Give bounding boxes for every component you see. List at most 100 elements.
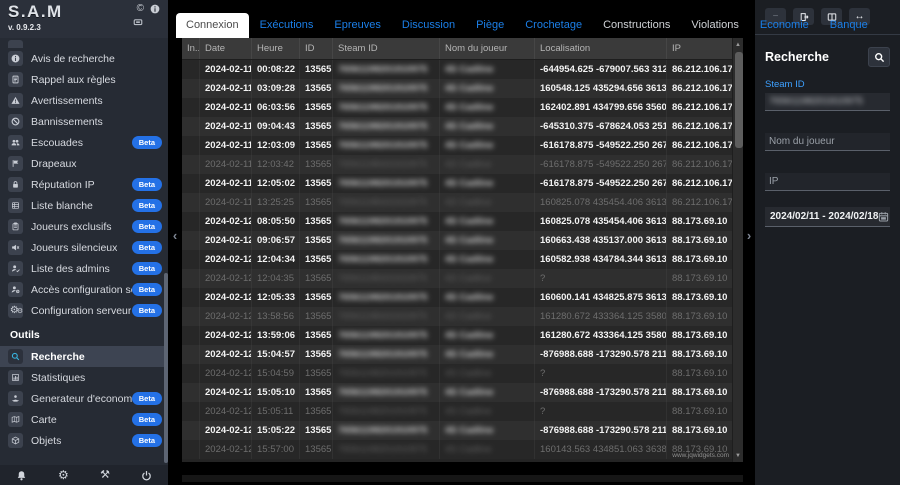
sidebar-item-escouades[interactable]: Escouades Beta — [0, 132, 168, 153]
table-row[interactable]: 2024-02-12 15:05:11 13565 76561198201910975… — [182, 402, 743, 421]
cell-date: 2024-02-12 — [200, 212, 252, 231]
tools-icon[interactable]: ⚒ — [100, 469, 110, 481]
tab-connexion[interactable]: Connexion — [176, 13, 249, 38]
beta-badge: Beta — [131, 220, 162, 233]
sidebar-item-reputation-ip[interactable]: Réputation IP Beta — [0, 174, 168, 195]
cell-date: 2024-02-12 — [200, 250, 252, 269]
player-name-field[interactable]: Nom du joueur — [765, 133, 890, 151]
cell-steam-id: 76561198201910975 — [333, 60, 440, 79]
column-header-steam-id[interactable]: Steam ID — [333, 38, 440, 59]
cell-localisation: ? — [535, 269, 667, 288]
sidebar-item-drapeaux[interactable]: Drapeaux — [0, 153, 168, 174]
sidebar-item-generateur-d-economie[interactable]: Generateur d'economie Beta — [0, 388, 168, 409]
search-submit-button[interactable] — [868, 47, 890, 67]
tab-economie[interactable]: Economie — [750, 13, 819, 38]
cell-info — [182, 117, 200, 136]
info-icon[interactable] — [150, 4, 160, 14]
stats-icon — [8, 370, 23, 385]
expand-right-icon[interactable]: › — [743, 228, 755, 243]
ip-field[interactable]: IP — [765, 173, 890, 191]
cell-info — [182, 326, 200, 345]
beta-badge: Beta — [131, 262, 162, 275]
table-row[interactable]: 2024-02-12 12:04:34 13565 76561198201910975… — [182, 250, 743, 269]
tab-violations[interactable]: Violations — [681, 13, 749, 38]
table-row[interactable]: 2024-02-12 12:05:33 13565 76561198201910975… — [182, 288, 743, 307]
beta-badge: Beta — [131, 434, 162, 447]
sidebar-item-configuration-serveur[interactable]: ⚙⚙ Configuration serveur Beta — [0, 300, 168, 321]
sidebar-item-bannissements[interactable]: Bannissements — [0, 111, 168, 132]
table-row[interactable]: 2024-02-12 15:05:10 13565 76561198201910975… — [182, 383, 743, 402]
table-row[interactable]: 2024-02-12 15:04:57 13565 76561198201910975… — [182, 345, 743, 364]
tab-banque[interactable]: Banque — [820, 13, 878, 38]
sidebar-item-recherche[interactable]: Recherche — [0, 346, 168, 367]
column-header-id[interactable]: ID — [300, 38, 333, 59]
sidebar-item-avertissements[interactable]: Avertissements — [0, 90, 168, 111]
sidebar-item-carte[interactable]: Carte Beta — [0, 409, 168, 430]
sidebar-item-statistiques[interactable]: Statistiques — [0, 367, 168, 388]
table-row[interactable]: 2024-02-11 12:03:42 13565 76561198201910975… — [182, 155, 743, 174]
cell-date: 2024-02-12 — [200, 383, 252, 402]
sidebar-item-partial[interactable] — [0, 40, 168, 48]
column-header-heure[interactable]: Heure — [252, 38, 300, 59]
sidebar-item-joueurs-exclusifs[interactable]: Joueurs exclusifs Beta — [0, 216, 168, 237]
tab-executions[interactable]: Exécutions — [250, 13, 324, 38]
table-row[interactable]: 2024-02-11 12:03:09 13565 76561198201910975… — [182, 136, 743, 155]
sidebar-item-rappel-aux-regles[interactable]: Rappel aux règles — [0, 69, 168, 90]
gear-icon[interactable]: ⚙ — [58, 469, 69, 481]
connexion-table: In...DateHeureIDSteam IDNom du joueurLoc… — [182, 38, 743, 462]
column-header-date[interactable]: Date — [200, 38, 252, 59]
card-icon[interactable] — [133, 17, 143, 27]
cell-nom-joueur: 4S Cadline — [440, 440, 535, 459]
admin-user-icon — [8, 261, 23, 276]
table-row[interactable]: 2024-02-12 15:05:22 13565 76561198201910975… — [182, 421, 743, 440]
tab-discussion[interactable]: Discussion — [392, 13, 465, 38]
scrollbar-thumb[interactable] — [734, 52, 743, 148]
table-row[interactable]: 2024-02-12 13:58:56 13565 76561198201910975… — [182, 307, 743, 326]
mute-icon — [8, 240, 23, 255]
tab-crochetage[interactable]: Crochetage — [515, 13, 592, 38]
table-row[interactable]: 2024-02-11 03:09:28 13565 76561198201910975… — [182, 79, 743, 98]
sidebar-item-avis-de-recherche[interactable]: Avis de recherche — [0, 48, 168, 69]
sidebar-item-liste-des-admins[interactable]: Liste des admins Beta — [0, 258, 168, 279]
cell-heure: 13:25:25 — [252, 193, 300, 212]
sidebar-item-liste-blanche[interactable]: Liste blanche Beta — [0, 195, 168, 216]
scroll-up-icon[interactable]: ▲ — [733, 38, 743, 51]
collapse-left-icon[interactable]: ‹ — [169, 228, 181, 243]
cell-info — [182, 307, 200, 326]
table-row[interactable]: 2024-02-11 12:05:02 13565 76561198201910975… — [182, 174, 743, 193]
cell-localisation: 161280.672 433364.125 35807.430 — [535, 326, 667, 345]
cell-date: 2024-02-12 — [200, 345, 252, 364]
tab-constructions[interactable]: Constructions — [593, 13, 680, 38]
table-row[interactable]: 2024-02-12 15:57:00 13565 76561198201910975… — [182, 440, 743, 459]
scroll-down-icon[interactable]: ▼ — [733, 449, 743, 462]
sidebar-item-label: Escouades — [31, 136, 83, 149]
column-header-in[interactable]: In... — [182, 38, 200, 59]
cell-info — [182, 383, 200, 402]
power-icon[interactable] — [141, 470, 152, 481]
table-row[interactable]: 2024-02-11 06:03:56 13565 76561198201910975… — [182, 98, 743, 117]
table-row[interactable]: 2024-02-12 08:05:50 13565 76561198201910975… — [182, 212, 743, 231]
table-row[interactable]: 2024-02-12 09:06:57 13565 76561198201910975… — [182, 231, 743, 250]
bell-icon[interactable] — [16, 470, 27, 481]
table-row[interactable]: 2024-02-12 13:59:06 13565 76561198201910975… — [182, 326, 743, 345]
table-row[interactable]: 2024-02-11 13:25:25 13565 76561198201910975… — [182, 193, 743, 212]
sidebar-menu: Avis de recherche Rappel aux règles Averti… — [0, 38, 168, 465]
steam-id-field[interactable]: 76561198201910975 — [765, 93, 890, 111]
table-row[interactable]: 2024-02-11 09:04:43 13565 76561198201910975… — [182, 117, 743, 136]
copyright-icon[interactable]: © — [137, 3, 144, 14]
cell-steam-id: 76561198201910975 — [333, 326, 440, 345]
table-scrollbar[interactable]: ▲ ▼ — [732, 38, 743, 462]
cell-nom-joueur: 4S Cadline — [440, 421, 535, 440]
sidebar-item-acces-configuration-serveur[interactable]: Accès configuration serveurBeta — [0, 279, 168, 300]
table-row[interactable]: 2024-02-12 15:04:59 13565 76561198201910975… — [182, 364, 743, 383]
table-row[interactable]: 2024-02-12 12:04:35 13565 76561198201910975… — [182, 269, 743, 288]
date-range-field[interactable]: 2024/02/11 - 2024/02/18 — [765, 207, 890, 227]
column-header-nom-du-joueur[interactable]: Nom du joueur — [440, 38, 535, 59]
sidebar-item-objets[interactable]: Objets Beta — [0, 430, 168, 451]
tab-epreuves[interactable]: Epreuves — [324, 13, 390, 38]
table-row[interactable]: 2024-02-11 00:08:22 13565 76561198201910975… — [182, 60, 743, 79]
tab-piege[interactable]: Piège — [466, 13, 514, 38]
sidebar-item-joueurs-silencieux[interactable]: Joueurs silencieux Beta — [0, 237, 168, 258]
column-header-localisation[interactable]: Localisation — [535, 38, 667, 59]
cell-id: 13565 — [300, 421, 333, 440]
